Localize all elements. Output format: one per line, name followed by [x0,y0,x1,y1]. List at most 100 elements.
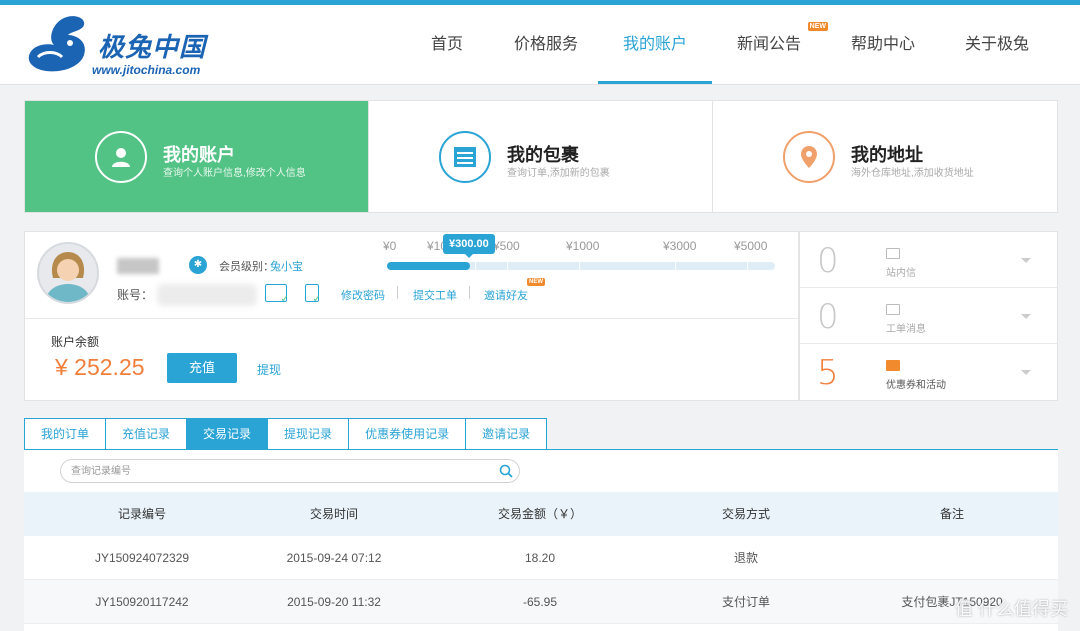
new-badge: NEW [527,278,545,286]
withdraw-link[interactable]: 提现 [257,361,281,378]
nav-help-label: 帮助中心 [850,36,915,53]
member-level-label: 会员级别： [219,261,274,273]
notification-stats: 0 站内信 0 工单消息 5 优惠券和活动 [799,231,1058,401]
panel-my-address[interactable]: 我的地址 海外仓库地址,添加收货地址 [713,101,1057,212]
column-header: 交易方式 [721,507,770,521]
divider [25,318,798,319]
nav-home[interactable]: 首页 [400,5,494,84]
stat-label: 优惠券和活动 [886,380,946,391]
member-level-icon: ✱ [189,256,207,274]
nav-news-label: 新闻公告 [736,36,801,53]
progress-tick-label: ¥3000 [663,239,697,253]
search-icon[interactable] [499,464,513,478]
table-header: 记录编号 交易时间 交易金额（￥） 交易方式 备注 [24,492,1058,536]
stat-count: 5 [817,353,839,393]
tab-recharge[interactable]: 充值记录 [105,418,187,450]
progress-tick-label: ¥5000 [734,239,768,253]
progress-current-bubble: ¥300.00 [443,234,495,258]
progress-tick [747,262,748,270]
nav-help[interactable]: 帮助中心 [826,5,940,84]
invite-friends-link[interactable]: 邀请好友 [484,287,528,303]
record-search [60,459,520,483]
search-input[interactable] [71,463,491,479]
stat-coupons[interactable]: 5 优惠券和活动 [800,344,1057,400]
stat-count: 0 [817,297,839,337]
nav-my-account-label: 我的账户 [622,36,687,53]
user-icon [95,131,147,183]
package-icon [439,131,491,183]
brand-url: www.jitochina.com [92,63,201,77]
column-header: 备注 [939,507,964,521]
location-pin-icon [783,131,835,183]
stat-label: 站内信 [886,268,916,279]
link-separator [469,286,470,299]
chevron-down-icon [1021,314,1031,319]
balance-value: ¥ 252.25 [55,354,145,380]
column-header: 交易时间 [309,507,358,521]
nav-home-label: 首页 [430,36,463,53]
records-tabs: 我的订单 充值记录 交易记录 提现记录 优惠券使用记录 邀请记录 [24,418,548,450]
progress-tick [675,262,676,270]
nav-about-label: 关于极兔 [964,36,1029,53]
member-level-value: 兔小宝 [270,261,303,273]
account-summary: ✱ 会员级别： 兔小宝 账号： ✓ ✓ 修改密码 提交工单 邀请好友 NEW ¥… [24,231,799,401]
column-header: 记录编号 [117,507,166,521]
cell-record-id: JY150920117242 [95,595,189,609]
chevron-down-icon [1021,258,1031,263]
cell-note [852,536,1052,580]
brand-name: 极兔中国 [98,33,207,63]
new-badge: NEW [807,22,828,31]
account-id-label: 账号： [117,288,154,302]
cell-amount: 18.20 [524,551,556,565]
table-row: JY150920117242 2015-09-20 11:32 -65.95 支… [24,580,1058,624]
mail-icon [886,248,900,259]
avatar[interactable] [37,242,99,304]
change-password-link[interactable]: 修改密码 [341,287,385,303]
progress-track [387,262,775,270]
nav-about[interactable]: 关于极兔 [940,5,1054,84]
progress-tick [579,262,580,270]
panel-subtitle: 查询个人账户信息,修改个人信息 [163,168,306,179]
nav-pricing-label: 价格服务 [513,36,578,53]
tab-transactions[interactable]: 交易记录 [186,418,268,450]
stat-inbox[interactable]: 0 站内信 [800,232,1057,288]
panel-my-account[interactable]: 我的账户 查询个人账户信息,修改个人信息 [25,101,369,212]
tab-withdrawals[interactable]: 提现记录 [267,418,349,450]
link-separator [397,286,398,299]
phone-verified-icon[interactable]: ✓ [305,284,321,305]
nav-pricing[interactable]: 价格服务 [494,5,598,84]
site-logo[interactable]: 极兔中国 www.jitochina.com [24,13,234,81]
cell-time: 2015-09-20 11:32 [287,595,381,609]
watermark: 值 什么值得买 [954,599,1068,619]
cell-record-id: JY150924072329 [94,551,190,565]
submit-ticket-link[interactable]: 提交工单 [413,287,457,303]
stat-tickets[interactable]: 0 工单消息 [800,288,1057,344]
stat-count: 0 [817,241,839,281]
stat-label: 工单消息 [886,324,926,335]
progress-tick-label: ¥0 [383,239,397,253]
cell-time: 2015-09-24 07:12 [286,551,382,565]
progress-fill [387,262,471,270]
panel-subtitle: 海外仓库地址,添加收货地址 [851,168,974,179]
transactions-panel: 记录编号 交易时间 交易金额（￥） 交易方式 备注 JY150924072329… [24,449,1058,631]
main-nav: 首页 价格服务 我的账户 新闻公告 NEW 帮助中心 关于极兔 [400,5,1054,84]
charge-button[interactable]: 充值 [167,353,237,383]
id-verified-icon[interactable]: ✓ [265,284,289,305]
tab-orders[interactable]: 我的订单 [24,418,106,450]
progress-tick [475,262,476,270]
tab-coupon-usage[interactable]: 优惠券使用记录 [348,418,466,450]
site-header: 极兔中国 www.jitochina.com 首页 价格服务 我的账户 新闻公告… [0,5,1080,85]
username-redacted [117,258,159,274]
coupon-icon [886,360,900,371]
nav-news[interactable]: 新闻公告 NEW [712,5,828,84]
tab-invites[interactable]: 邀请记录 [465,418,548,450]
progress-tick-label: ¥500 [493,239,520,253]
table-row: JY150924072329 2015-09-24 07:12 18.20 退款 [24,536,1058,580]
panel-subtitle: 查询订单,添加新的包裹 [507,168,610,179]
progress-tick-label: ¥1000 [566,239,600,253]
column-header: 交易金额（￥） [497,507,582,521]
panel-my-packages[interactable]: 我的包裹 查询订单,添加新的包裹 [369,101,713,212]
cell-method: 支付订单 [721,595,770,609]
nav-my-account[interactable]: 我的账户 [598,5,712,84]
account-id-redacted [157,284,257,306]
